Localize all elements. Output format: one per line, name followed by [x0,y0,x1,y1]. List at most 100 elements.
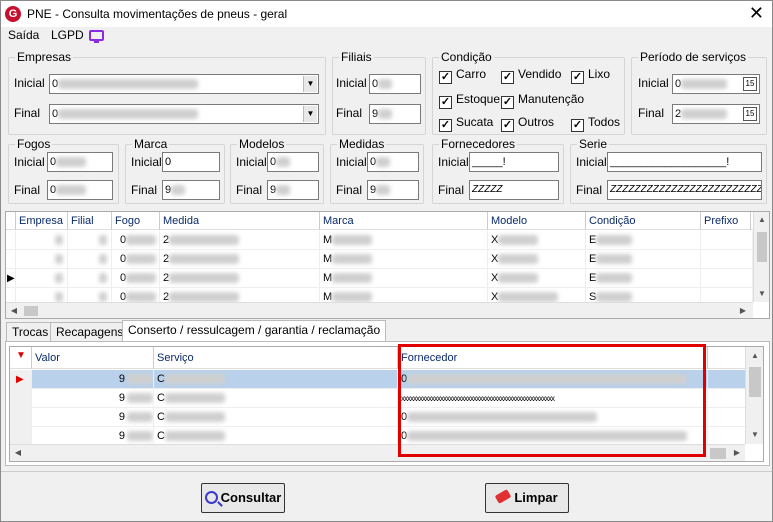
check-icon: ✓ [501,71,514,84]
check-estoque[interactable]: ✓ Estoque [439,92,500,109]
serie-inicial-input[interactable]: ___________________! [607,152,762,172]
scroll-thumb[interactable] [749,367,761,397]
marca-group: Marca Inicial 0 Final 9 [125,137,225,204]
table-row[interactable]: 0 2 M X E [6,250,753,269]
marca-inicial-input[interactable]: 0 [162,152,220,172]
table-row-current[interactable]: ▶ 0 2 M X E [6,269,753,288]
medidas-group: Medidas Inicial 0 Final 9 [330,137,424,204]
consultar-button[interactable]: Consultar [201,483,285,513]
header-fogo[interactable]: Fogo [112,212,160,230]
chevron-down-icon[interactable]: ▼ [303,106,317,122]
cell-valor: 9 [32,408,154,427]
scroll-left-icon[interactable]: ◀ [10,445,26,461]
tab-recapagens[interactable]: Recapagens [50,322,130,341]
periodo-inicial-label: Inicial [638,76,669,90]
header-marca[interactable]: Marca [320,212,488,230]
scroll-thumb[interactable] [710,448,726,459]
header-fornecedor[interactable]: Fornecedor [398,347,708,369]
detail-row[interactable]: 9 C xxxxxxxxxxxxxxxxxxxxxxxxxxxxxxxxxxxx… [10,389,745,408]
scroll-down-icon[interactable]: ▼ [754,286,769,302]
empresas-inicial-combo[interactable]: 0 ▼ [49,74,319,94]
header-modelo[interactable]: Modelo [488,212,586,230]
serie-title: Serie [577,137,610,151]
marca-inicial-label: Inicial [131,155,162,169]
check-todos[interactable]: ✓ Todos [571,115,620,132]
condicao-title: Condição [439,50,494,64]
periodo-inicial-input[interactable]: 0 15 [672,74,760,94]
header-medida[interactable]: Medida [160,212,320,230]
search-icon [204,491,223,507]
tab-trocas[interactable]: Trocas [6,322,55,341]
scroll-up-icon[interactable]: ▲ [747,348,763,364]
main-grid-vscroll[interactable]: ▲ ▼ [753,212,769,302]
cell-modelo: X [488,231,586,250]
calendar-icon[interactable]: 15 [743,107,757,121]
detail-row-selected[interactable]: ▶ 9 C 0 [10,370,745,389]
detail-grid-hscroll[interactable]: ◀ ▶ [10,444,745,461]
medidas-inicial-input[interactable]: 0 [367,152,419,172]
scroll-up-icon[interactable]: ▲ [754,212,769,228]
header-valor[interactable]: Valor [32,347,154,369]
cell-medida: 2 [160,269,320,288]
scroll-right-icon[interactable]: ▶ [735,303,751,318]
main-grid-hscroll[interactable]: ◀ ▶ [6,302,753,318]
condicao-group: Condição ✓ Carro ✓ Vendido ✓ Lixo ✓ Estoque … [432,50,625,135]
header-filial[interactable]: Filial [68,212,112,230]
chevron-down-icon[interactable]: ▼ [303,76,317,92]
menu-saida[interactable]: Saída [8,28,39,42]
detail-grid-vscroll[interactable]: ▲ ▼ [745,347,763,444]
check-outros[interactable]: ✓ Outros [501,115,554,132]
menu-bar: Saída LGPD [1,27,772,45]
calendar-icon[interactable]: 15 [743,77,757,91]
sort-indicator-icon[interactable]: ▼ [10,347,32,369]
menu-lgpd[interactable]: LGPD [51,28,84,42]
modelos-inicial-input[interactable]: 0 [267,152,319,172]
scroll-thumb[interactable] [24,306,38,316]
check-icon: ✓ [501,119,514,132]
close-button[interactable]: ✕ [749,3,764,23]
current-row-arrow-icon: ▶ [10,370,32,389]
modelos-final-input[interactable]: 9 [267,180,319,200]
scroll-thumb[interactable] [757,232,767,262]
limpar-button[interactable]: Limpar [485,483,569,513]
filiais-inicial-input[interactable]: 0 [369,74,421,94]
check-carro[interactable]: ✓ Carro [439,67,486,84]
filiais-final-input[interactable]: 9 [369,104,421,124]
fornecedores-title: Fornecedores [439,137,518,151]
header-prefixo[interactable]: Prefixo [701,212,751,230]
cell-medida: 2 [160,231,320,250]
fornecedores-final-input[interactable]: ZZZZZ [469,180,559,200]
table-row[interactable]: 0 2 M X E [6,231,753,250]
check-sucata[interactable]: ✓ Sucata [439,115,493,132]
periodo-final-label: Final [638,106,665,120]
scroll-right-icon[interactable]: ▶ [729,445,745,461]
empresas-final-combo[interactable]: 0 ▼ [49,104,319,124]
fornecedores-inicial-input[interactable]: _____! [469,152,559,172]
fogos-inicial-input[interactable]: 0 [47,152,113,172]
empresas-group: Empresas Inicial 0 ▼ Final 0 ▼ [8,50,326,135]
scroll-left-icon[interactable]: ◀ [6,303,22,318]
detail-row[interactable]: 9 C 0 [10,408,745,427]
check-icon: ✓ [501,96,514,109]
check-icon: ✓ [439,71,452,84]
check-vendido[interactable]: ✓ Vendido [501,67,561,84]
check-lixo[interactable]: ✓ Lixo [571,67,610,84]
monitor-icon[interactable] [89,30,104,43]
row-indicator [6,250,16,269]
movimentacoes-grid[interactable]: Empresa Filial Fogo Medida Marca Modelo … [5,211,770,319]
header-empresa[interactable]: Empresa [16,212,68,230]
tab-conserto[interactable]: Conserto / ressulcagem / garantia / recl… [122,320,387,341]
medidas-final-input[interactable]: 9 [367,180,419,200]
cell-valor: 9 [32,389,154,408]
fogos-final-input[interactable]: 0 [47,180,113,200]
marca-final-input[interactable]: 9 [162,180,220,200]
conserto-grid[interactable]: ▼ Valor Serviço Fornecedor ▶ 9 C 0 9 C x… [9,346,764,462]
check-manutencao[interactable]: ✓ Manutenção [501,92,584,109]
header-servico[interactable]: Serviço [154,347,398,369]
header-condicao[interactable]: Condição [586,212,701,230]
serie-final-input[interactable]: ZZZZZZZZZZZZZZZZZZZZZZZZZZZZZ [607,180,762,200]
periodo-final-input[interactable]: 2 15 [672,104,760,124]
scroll-down-icon[interactable]: ▼ [747,427,763,443]
cell-condicao: E [586,269,701,288]
cell-condicao: E [586,250,701,269]
